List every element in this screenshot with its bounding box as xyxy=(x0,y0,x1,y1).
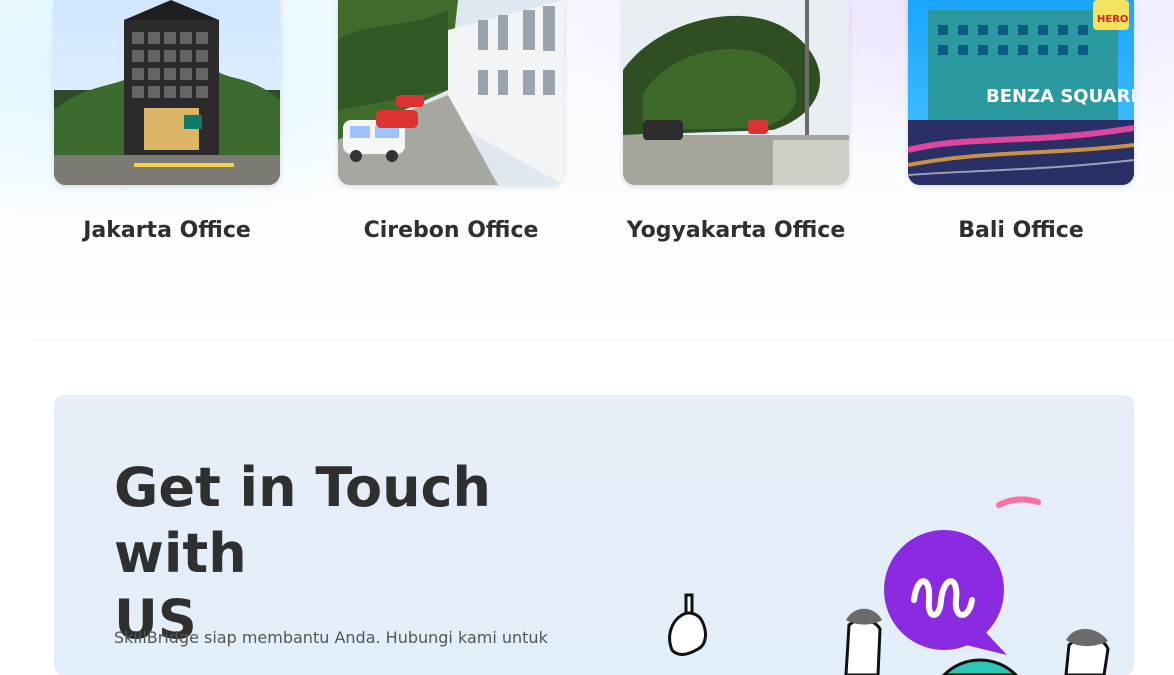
office-photo-jakarta xyxy=(54,0,280,185)
office-photo-yogyakarta xyxy=(623,0,849,185)
office-photo-cirebon xyxy=(338,0,564,185)
pink-squiggle-icon xyxy=(996,496,1041,508)
chat-bubble-icon xyxy=(884,530,1007,655)
contact-illustration xyxy=(668,496,1110,675)
office-title: Yogyakarta Office xyxy=(626,218,846,243)
contact-title: Get in Touch with US xyxy=(114,455,594,653)
office-photo-bali: BENZA SQUARE HERO xyxy=(908,0,1134,185)
office-street-photo-icon xyxy=(338,0,564,185)
bali-sign-text: BENZA SQUARE xyxy=(986,86,1134,107)
office-card-yogyakarta[interactable]: Yogyakarta Office xyxy=(623,0,849,250)
thumbs-up-hand-icon xyxy=(668,593,707,656)
office-card-cirebon[interactable]: Cirebon Office xyxy=(338,0,564,250)
office-card-bali[interactable]: BENZA SQUARE HERO Bali Office xyxy=(908,0,1134,250)
section-divider xyxy=(32,340,1174,341)
office-title: Bali Office xyxy=(958,218,1084,243)
office-square-photo-icon: BENZA SQUARE HERO xyxy=(908,0,1134,185)
contact-description: SkillBridge siap membantu Anda. Hubungi … xyxy=(114,628,548,647)
office-building-photo-icon xyxy=(54,0,280,185)
office-title: Cirebon Office xyxy=(363,218,539,243)
contact-title-line1: Get in Touch with xyxy=(114,456,491,585)
contact-card: Get in Touch with US SkillBridge siap me… xyxy=(54,395,1134,675)
office-trees-photo-icon xyxy=(623,0,849,185)
office-card-jakarta[interactable]: Jakarta Office xyxy=(54,0,280,250)
bali-store-text: HERO xyxy=(1097,14,1128,25)
office-title: Jakarta Office xyxy=(83,218,251,243)
